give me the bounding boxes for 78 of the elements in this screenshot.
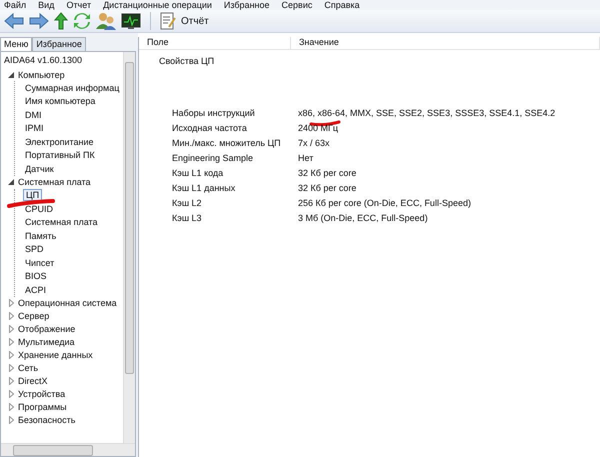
menu-item[interactable]: Файл [4,0,26,10]
tree-item[interactable]: Системная плата [18,177,91,187]
expand-triangle-icon[interactable] [7,364,15,372]
table-cell: 32 Кб per core [298,168,356,179]
table-cell-text: Кэш L1 данных [171,183,236,194]
menu-item[interactable]: Справка [324,0,360,10]
monitor-icon[interactable] [121,12,141,30]
tree-item[interactable]: ЦП [23,189,42,202]
tree-item[interactable]: Операционная система [18,298,117,308]
tree-item[interactable]: Сервер [18,311,50,321]
tree-item[interactable]: Хранение данных [18,350,93,360]
table-cell-text: Наборы инструкций [171,108,256,119]
column-header[interactable]: Поле [139,37,291,49]
expand-triangle-icon[interactable] [7,299,15,307]
expand-triangle-icon[interactable] [7,325,15,333]
column-header[interactable]: Значение [291,37,600,49]
tree-item[interactable]: ACPI [23,284,48,295]
vertical-scrollbar[interactable] [123,52,135,444]
table-cell: 256 Кб per core (On-Die, ECC, Full-Speed) [298,198,471,209]
tree-item[interactable]: DirectX [18,376,48,386]
tree-item[interactable]: IPMI [23,123,46,134]
menu-item[interactable]: Избранное [224,0,270,10]
table-cell: 7x / 63x [298,138,330,149]
tab[interactable]: Меню [0,37,32,51]
tree-item[interactable]: Электропитание [23,136,96,147]
tree-root[interactable]: AIDA64 v1.60.1300 [4,55,121,66]
table-cell: 2400 МГц [298,123,338,134]
users-icon[interactable] [96,12,116,30]
arrow-up-icon[interactable] [54,12,68,30]
table-cell-text: Кэш L1 кода [171,168,224,179]
tab[interactable]: Избранное [32,37,86,51]
expand-triangle-icon[interactable] [7,338,15,346]
table-cell: 3 Мб (On-Die, ECC, Full-Speed) [298,213,428,224]
expand-triangle-icon[interactable] [7,416,15,424]
collapse-triangle-icon[interactable] [7,179,15,185]
tree-item[interactable]: Системная плата [23,217,100,228]
arrow-right-icon[interactable] [29,13,49,29]
tree-item[interactable]: Компьютер [18,70,65,80]
table-cell-text: Кэш L2 [171,198,203,209]
menu-item[interactable]: Дистанционные операции [103,0,212,10]
refresh-icon[interactable] [73,12,91,30]
arrow-left-icon[interactable] [4,13,24,29]
table-cell-text: Мин./макс. множитель ЦП [171,138,282,149]
tree-item[interactable]: Устройства [18,389,66,399]
table-cell: 32 Кб per core [298,183,356,194]
expand-triangle-icon[interactable] [7,351,15,359]
section-title: Свойства ЦП [158,55,216,68]
tree-item[interactable]: Память [23,230,58,241]
horizontal-scrollbar[interactable] [1,443,135,456]
tree-item[interactable]: BIOS [23,271,49,282]
tree-item[interactable]: Портативный ПК [23,150,97,160]
tree-item[interactable]: Программы [18,402,67,412]
report-button[interactable]: Отчёт [160,12,209,30]
document-pencil-icon [160,12,176,30]
menu-item[interactable]: Вид [38,0,54,10]
tree-item[interactable]: Мультимедиа [18,337,75,347]
expand-triangle-icon[interactable] [7,377,15,385]
table-cell-text: Кэш L3 [171,213,203,224]
menu-item[interactable]: Сервис [282,0,312,10]
tree-item[interactable]: Датчик [23,164,56,174]
table-cell-text: Исходная частота [171,123,248,134]
table-cell-text: Engineering Sample [171,153,254,164]
tree-item[interactable]: Суммарная информац [23,82,122,93]
tree-item[interactable]: Сеть [18,363,38,373]
tree-item[interactable]: Чипсет [23,258,56,268]
expand-triangle-icon[interactable] [7,403,15,411]
tree-item[interactable]: SPD [23,244,46,254]
collapse-triangle-icon[interactable] [7,72,15,78]
expand-triangle-icon[interactable] [7,312,15,320]
expand-triangle-icon[interactable] [7,390,15,398]
tree-item[interactable]: Имя компьютера [23,96,98,106]
tree-item[interactable]: CPUID [23,204,56,214]
table-cell: Нет [298,153,314,164]
tree-item[interactable]: Безопасность [18,415,76,425]
tree-item[interactable]: DMI [23,110,44,120]
tree-item[interactable]: Отображение [18,324,76,334]
table-cell: x86, x86-64, MMX, SSE, SSE2, SSE3, SSSE3, SSE4.1, SSE4.2 [298,108,556,119]
menu-item[interactable]: Отчет [66,0,92,10]
